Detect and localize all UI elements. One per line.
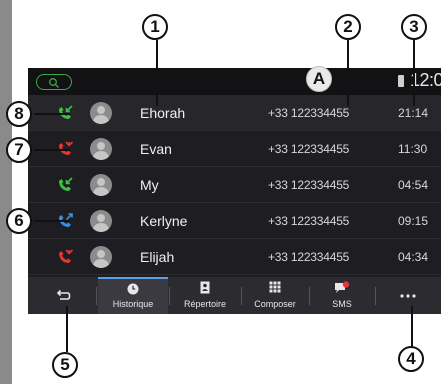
callout-6: 6: [6, 208, 32, 234]
call-time: 04:54: [398, 178, 429, 192]
more-dots-icon: [400, 294, 416, 298]
call-row[interactable]: Ehorah +33 122334455 21:14: [28, 95, 441, 131]
callout-5: 5: [52, 352, 78, 378]
sms-bubble-icon: [335, 281, 350, 293]
avatar: [90, 210, 112, 232]
tab-sms[interactable]: SMS: [310, 277, 374, 314]
tab-composer[interactable]: Composer: [242, 277, 308, 314]
phone-number: +33 122334455: [268, 250, 350, 264]
search-button[interactable]: [36, 74, 72, 90]
avatar: [90, 138, 112, 160]
call-history-list: Ehorah +33 122334455 21:14 Evan +33 1223…: [28, 95, 441, 275]
callout-leader-6: [34, 220, 70, 222]
contact-name: Ehorah: [140, 105, 186, 121]
contact-name: My: [140, 177, 159, 193]
contacts-book-icon: [200, 281, 210, 294]
callout-leader-7: [34, 149, 70, 151]
missed-call-icon: [59, 249, 74, 263]
back-arrow-icon: [56, 289, 71, 300]
contact-name: Evan: [140, 141, 172, 157]
callout-1: 1: [142, 14, 168, 40]
contact-name: Kerlyne: [140, 213, 188, 229]
page-edge-bar: [0, 0, 12, 384]
call-time: 04:34: [398, 250, 429, 264]
manual-figure: 12:00 Ehorah +33 122334455 21:14 Evan: [0, 0, 441, 384]
signal-indicator-icon: [398, 75, 404, 87]
callout-7: 7: [6, 137, 32, 163]
callout-leader-1: [156, 40, 158, 106]
status-bar: 12:00: [28, 68, 441, 95]
call-row[interactable]: Evan +33 122334455 11:30: [28, 131, 441, 167]
contact-name: Elijah: [140, 249, 175, 265]
phone-number: +33 122334455: [268, 142, 350, 156]
tab-label: SMS: [332, 299, 352, 309]
back-button[interactable]: [28, 277, 96, 314]
tab-label: Historique: [112, 299, 154, 309]
call-row[interactable]: Kerlyne +33 122334455 09:15: [28, 203, 441, 239]
call-row[interactable]: My +33 122334455 04:54: [28, 167, 441, 203]
call-row[interactable]: Elijah +33 122334455 04:34: [28, 239, 441, 275]
tab-divider: [96, 287, 97, 305]
incoming-call-icon: [59, 177, 73, 191]
bottom-tab-bar: Historique Répertoire Composer SMS: [28, 277, 441, 314]
keypad-icon: [269, 281, 281, 293]
tab-repertoire[interactable]: Répertoire: [170, 277, 240, 314]
callout-A: A: [306, 66, 332, 92]
callout-leader-3: [413, 40, 415, 106]
callout-4: 4: [398, 346, 424, 372]
callout-3: 3: [401, 14, 427, 40]
tab-label: Répertoire: [183, 299, 227, 309]
avatar: [90, 102, 112, 124]
avatar: [90, 174, 112, 196]
avatar: [90, 246, 112, 268]
call-time: 09:15: [398, 214, 429, 228]
tab-historique[interactable]: Historique: [98, 277, 168, 314]
callout-leader-4: [411, 306, 413, 348]
callout-leader-5: [66, 306, 68, 352]
call-time: 11:30: [398, 142, 428, 156]
phone-number: +33 122334455: [268, 106, 350, 120]
search-icon: [49, 78, 59, 88]
call-time: 21:14: [398, 106, 429, 120]
more-options-button[interactable]: [376, 277, 441, 314]
phone-number: +33 122334455: [268, 178, 350, 192]
callout-leader-8: [34, 113, 70, 115]
infotainment-screen: 12:00 Ehorah +33 122334455 21:14 Evan: [28, 68, 441, 314]
phone-number: +33 122334455: [268, 214, 350, 228]
clock-icon: [127, 283, 139, 295]
callout-leader-2: [347, 40, 349, 106]
callout-2: 2: [335, 14, 361, 40]
callout-8: 8: [6, 101, 32, 127]
tab-label: Composer: [254, 299, 296, 309]
